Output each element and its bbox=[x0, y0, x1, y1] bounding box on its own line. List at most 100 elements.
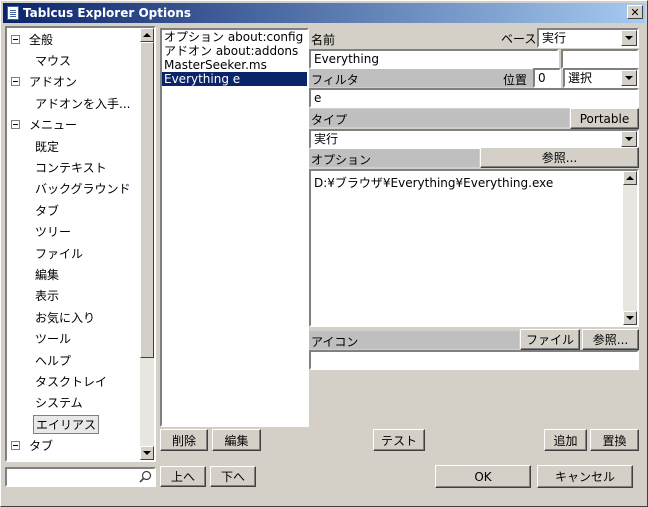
cancel-button[interactable]: キャンセル bbox=[537, 465, 633, 488]
tree-item[interactable]: マウス bbox=[11, 50, 71, 70]
list-item[interactable]: Everything e bbox=[162, 72, 307, 86]
tree-item[interactable]: システム bbox=[11, 393, 83, 413]
tree-item-label: 全般 bbox=[29, 32, 54, 47]
tree-item-label: タブ bbox=[35, 203, 60, 218]
add-button[interactable]: 追加 bbox=[544, 429, 587, 451]
scroll-down-icon[interactable] bbox=[623, 311, 637, 325]
filter-select[interactable]: 選択 bbox=[563, 68, 639, 88]
title-bar[interactable]: Tablcus Explorer Options ✕ bbox=[3, 3, 645, 23]
tree-item-label: 表示 bbox=[35, 289, 60, 304]
tree-scrollbar[interactable] bbox=[140, 28, 154, 460]
tree-item-label: ヘルプ bbox=[35, 353, 72, 368]
search-input[interactable] bbox=[5, 467, 156, 487]
tree-item-label: エイリアス bbox=[33, 414, 100, 434]
base-select[interactable]: 実行 bbox=[537, 28, 639, 48]
icon-file-button[interactable]: ファイル bbox=[520, 329, 580, 350]
app-icon bbox=[7, 6, 19, 20]
tree-scroll-thumb[interactable] bbox=[140, 42, 154, 358]
tree-group[interactable]: アドオン bbox=[11, 72, 77, 92]
icon-browse-button[interactable]: 参照... bbox=[582, 329, 639, 350]
type-select-value: 実行 bbox=[314, 132, 339, 146]
collapse-icon[interactable] bbox=[11, 120, 20, 130]
options-window: Tablcus Explorer Options ✕ 全般 マウス アドオン アドオン… bbox=[0, 0, 648, 507]
option-text[interactable]: D:¥ブラウザ¥Everything¥Everything.exe bbox=[314, 174, 553, 191]
type-label: タイプ bbox=[311, 113, 348, 127]
add-label: 追加 bbox=[553, 433, 578, 448]
tree-item-label: コンテキスト bbox=[35, 160, 107, 175]
position-input[interactable]: 0 bbox=[533, 68, 561, 88]
alias-list: オプション about:config アドオン about:addons Maste… bbox=[160, 28, 309, 427]
tree-group[interactable]: 全般 bbox=[11, 29, 53, 49]
option-scrollbar[interactable] bbox=[623, 171, 637, 325]
chevron-down-icon[interactable] bbox=[621, 30, 637, 46]
tree-item-label: アドオンを入手... bbox=[35, 96, 131, 111]
move-down-button[interactable]: 下へ bbox=[210, 466, 256, 487]
replace-button[interactable]: 置換 bbox=[590, 429, 639, 451]
replace-label: 置換 bbox=[602, 433, 627, 448]
tree-item-label: マウス bbox=[35, 53, 72, 68]
option-browse-label: 参照... bbox=[541, 151, 578, 165]
position-label: 位置 bbox=[503, 73, 528, 87]
ok-button[interactable]: OK bbox=[435, 465, 531, 488]
scroll-up-icon[interactable] bbox=[140, 28, 154, 42]
filter-select-value: 選択 bbox=[568, 71, 593, 85]
tree-item-label: ツール bbox=[35, 332, 72, 347]
tree-item[interactable]: 既定 bbox=[11, 136, 59, 156]
tree-group[interactable]: タブ bbox=[11, 436, 53, 456]
test-button[interactable]: テスト bbox=[373, 429, 425, 451]
tree-item[interactable]: 編集 bbox=[11, 264, 59, 284]
tree-item[interactable]: ヘルプ bbox=[11, 350, 71, 370]
base-select-value: 実行 bbox=[542, 31, 567, 45]
option-textarea[interactable]: D:¥ブラウザ¥Everything¥Everything.exe bbox=[309, 169, 639, 327]
portable-button[interactable]: Portable bbox=[570, 108, 639, 129]
move-up-button[interactable]: 上へ bbox=[160, 466, 206, 487]
tree-item[interactable]: ツリー bbox=[11, 222, 71, 242]
icon-input[interactable] bbox=[309, 350, 639, 370]
edit-button[interactable]: 編集 bbox=[212, 429, 261, 451]
tree-item[interactable]: エイリアス bbox=[11, 414, 100, 434]
tree-item[interactable]: ツール bbox=[11, 329, 71, 349]
collapse-icon[interactable] bbox=[11, 77, 20, 87]
close-icon: ✕ bbox=[630, 6, 640, 19]
name-label: 名前 bbox=[311, 33, 336, 47]
list-item[interactable]: アドオン about:addons bbox=[162, 44, 307, 58]
tree-item[interactable]: タブ bbox=[11, 200, 59, 220]
tree-item[interactable]: ファイル bbox=[11, 243, 83, 263]
move-down-label: 下へ bbox=[220, 470, 245, 484]
base-label: ベース bbox=[501, 32, 537, 46]
window-title: Tablcus Explorer Options bbox=[23, 6, 192, 20]
move-up-label: 上へ bbox=[170, 470, 195, 484]
type-select[interactable]: 実行 bbox=[309, 129, 639, 149]
tree-item-label: システム bbox=[35, 396, 83, 411]
tree-item[interactable]: バックグラウンド bbox=[11, 179, 131, 199]
name-input[interactable]: Everything bbox=[309, 49, 559, 69]
tree-group[interactable]: メニュー bbox=[11, 115, 77, 135]
close-button[interactable]: ✕ bbox=[627, 5, 643, 19]
scroll-up-icon[interactable] bbox=[623, 171, 637, 185]
collapse-icon[interactable] bbox=[11, 34, 20, 44]
chevron-down-icon[interactable] bbox=[621, 131, 637, 147]
scroll-down-icon[interactable] bbox=[140, 446, 154, 460]
name-extra-input[interactable] bbox=[561, 49, 639, 69]
alias-rows: オプション about:config アドオン about:addons Maste… bbox=[162, 30, 307, 86]
delete-label: 削除 bbox=[171, 433, 196, 448]
icon-file-label: ファイル bbox=[525, 333, 574, 347]
list-item[interactable]: MasterSeeker.ms bbox=[162, 58, 307, 72]
filter-input[interactable]: e bbox=[309, 88, 639, 108]
list-item[interactable]: オプション about:config bbox=[162, 30, 307, 44]
tree-item-label: タブ bbox=[29, 439, 54, 454]
tree-item[interactable]: お気に入り bbox=[11, 307, 95, 327]
tree-item-label: メニュー bbox=[29, 118, 78, 133]
option-browse-button[interactable]: 参照... bbox=[480, 147, 639, 168]
search-icon[interactable] bbox=[139, 470, 152, 483]
tree-item[interactable]: タスクトレイ bbox=[11, 371, 107, 391]
tree-item[interactable]: 表示 bbox=[11, 286, 59, 306]
portable-button-label: Portable bbox=[579, 111, 630, 126]
icon-label: アイコン bbox=[311, 335, 359, 349]
collapse-icon[interactable] bbox=[11, 441, 20, 451]
category-tree: 全般 マウス アドオン アドオンを入手... メニュー 既定 コンテキスト バックグラウンドタ… bbox=[5, 26, 156, 462]
tree-item[interactable]: コンテキスト bbox=[11, 157, 107, 177]
tree-item[interactable]: アドオンを入手... bbox=[11, 93, 130, 113]
chevron-down-icon[interactable] bbox=[621, 70, 637, 86]
delete-button[interactable]: 削除 bbox=[160, 429, 208, 451]
